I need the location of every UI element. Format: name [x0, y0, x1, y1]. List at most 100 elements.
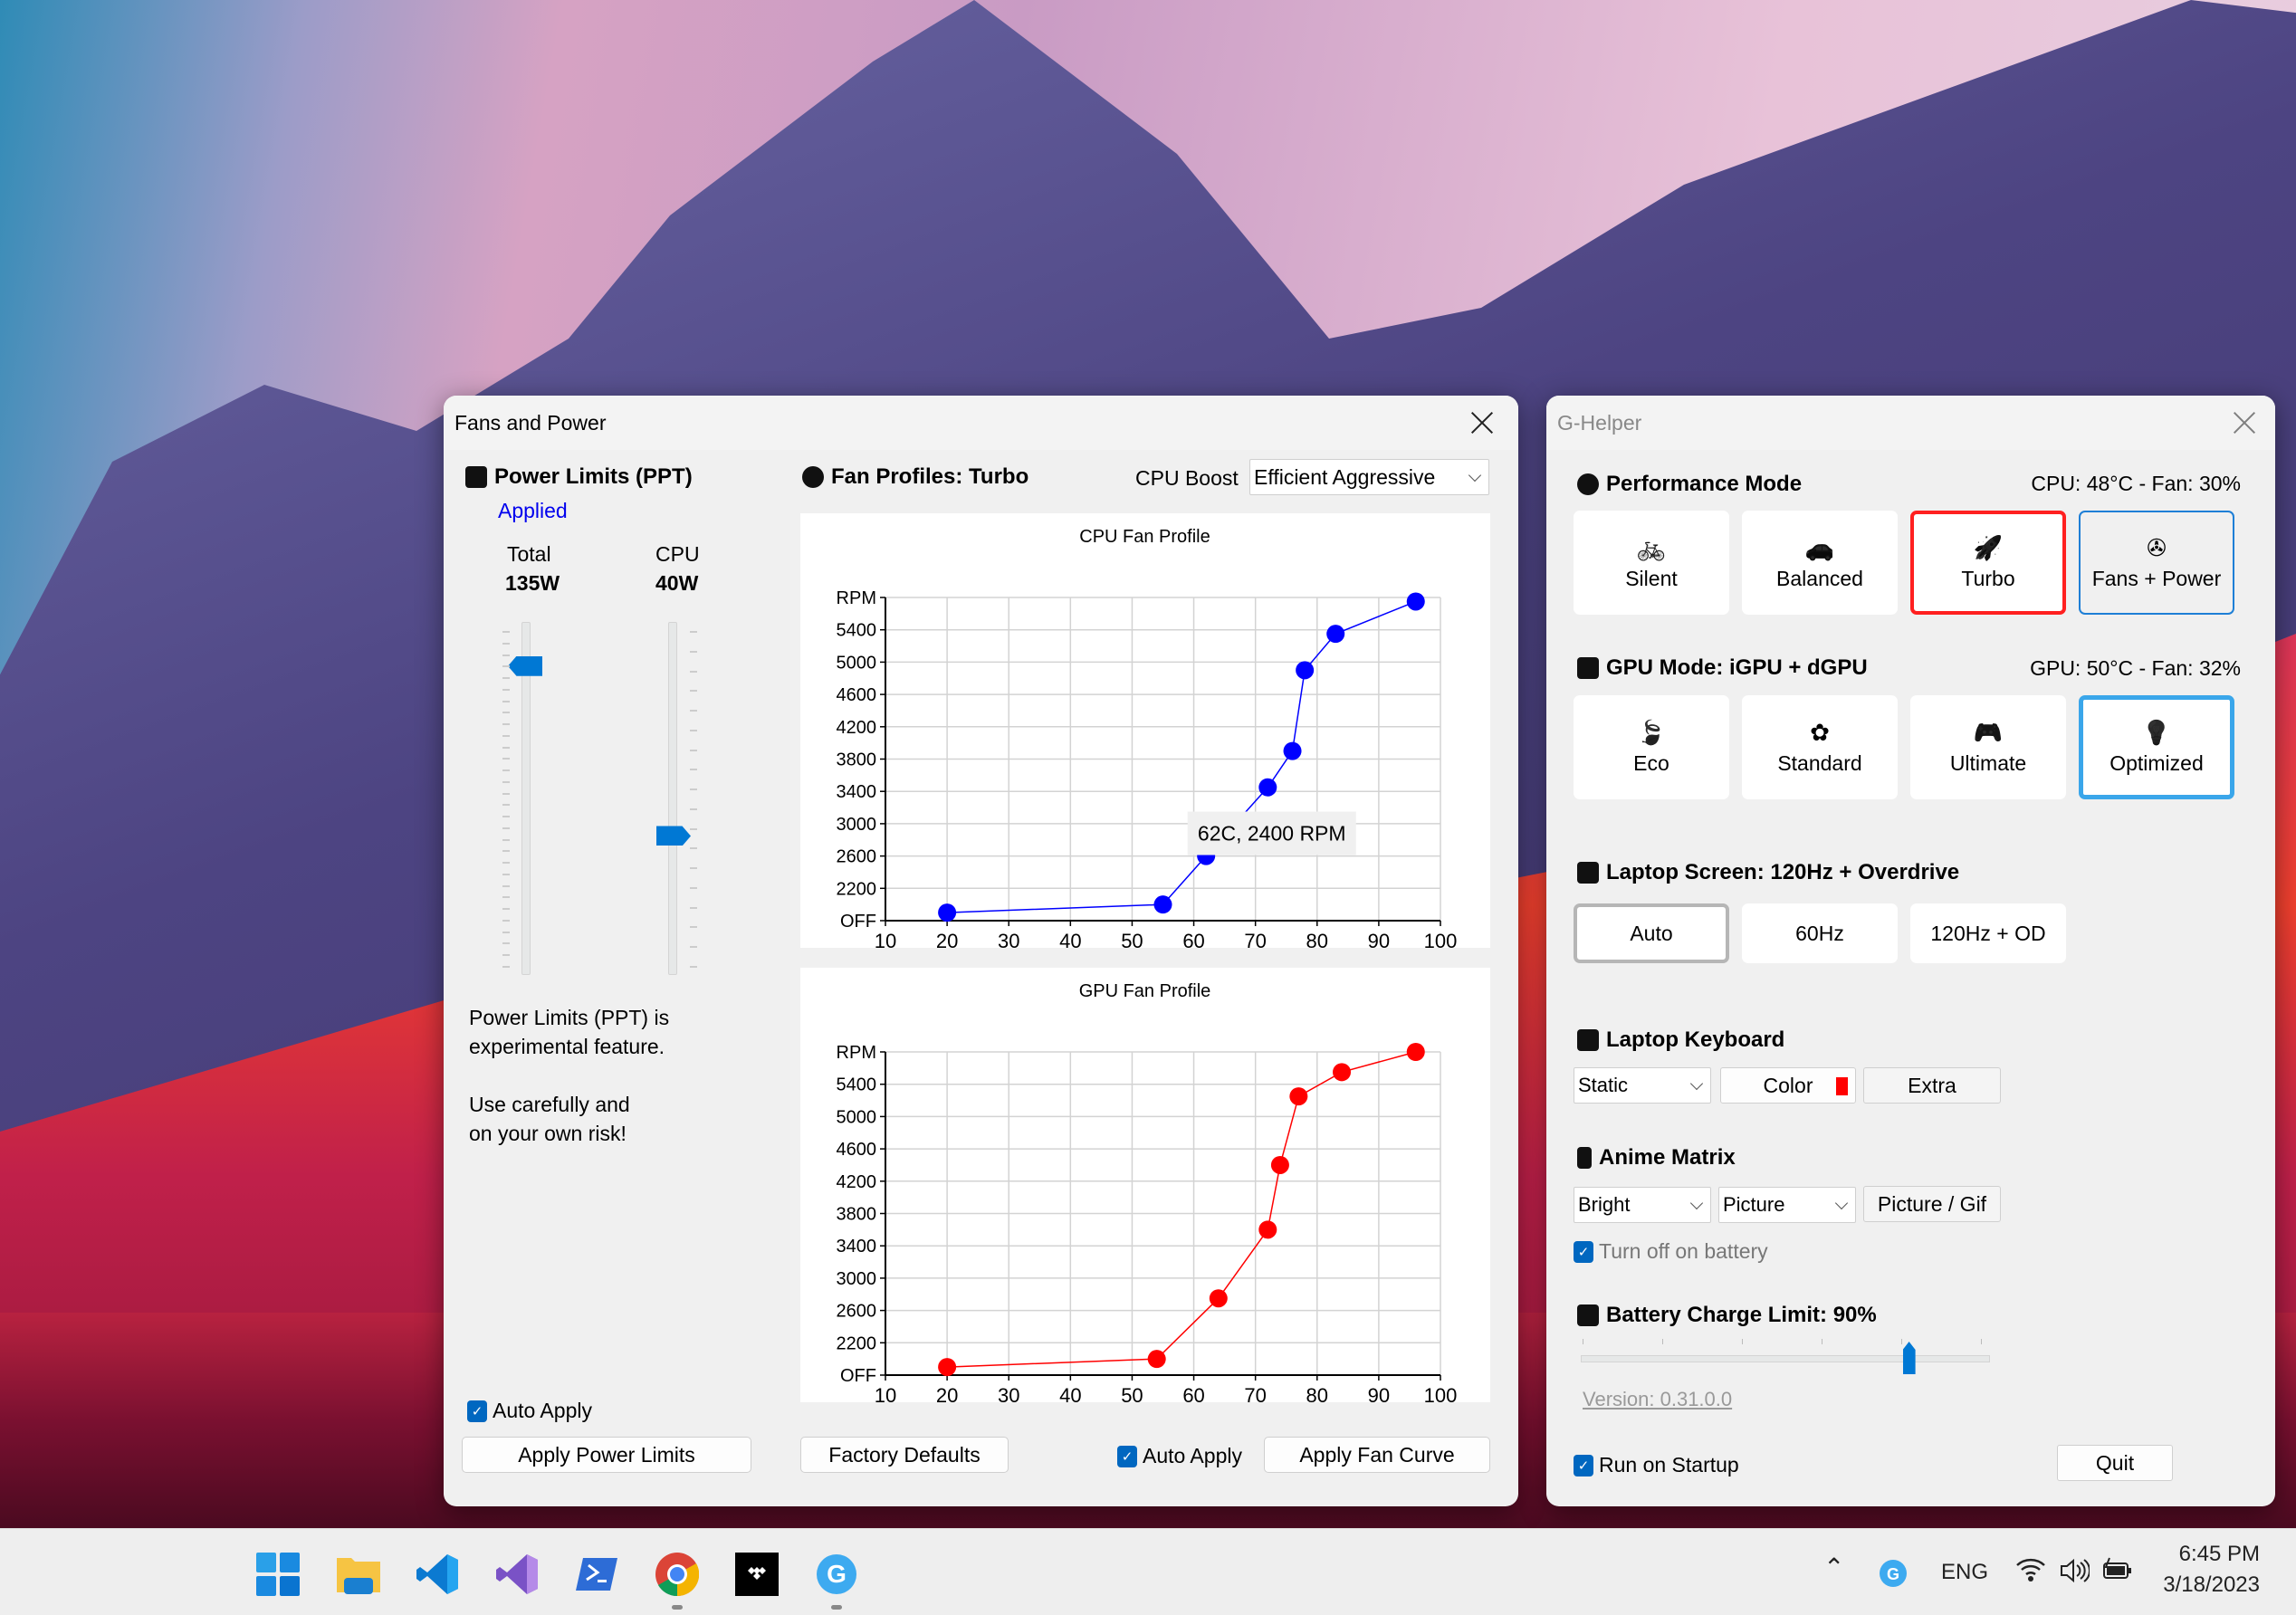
slider-tick — [690, 690, 697, 693]
cpu-fan-chart[interactable]: CPU Fan Profile 10 20 30 40 50 60 70 80 90 100 OFF 2… — [800, 513, 1490, 948]
slider-tick — [502, 827, 510, 829]
show-hidden-icons-chevron-icon[interactable]: ⌃ — [1823, 1553, 1844, 1582]
language-indicator[interactable]: ENG — [1941, 1560, 1988, 1585]
mode-button-auto[interactable]: Auto — [1574, 903, 1729, 963]
y-tick-label: 3000 — [837, 1269, 877, 1289]
clock-date[interactable]: 3/18/2023 — [2163, 1572, 2260, 1598]
data-point[interactable] — [1296, 661, 1315, 680]
data-point[interactable] — [1209, 1289, 1228, 1308]
power-auto-apply-checkbox[interactable]: ✓ Auto Apply — [467, 1399, 592, 1423]
data-point[interactable] — [1326, 625, 1345, 644]
file-explorer-icon[interactable] — [337, 1553, 380, 1596]
slider-tick — [690, 788, 697, 791]
data-point[interactable] — [1153, 895, 1172, 914]
slider-tick — [502, 942, 510, 945]
slider-tick — [502, 862, 510, 865]
mode-button-60hz[interactable]: 60Hz — [1742, 903, 1898, 963]
data-point[interactable] — [1406, 592, 1425, 611]
powershell-icon[interactable] — [576, 1553, 619, 1596]
mode-button-turbo[interactable]: 🚀 Turbo — [1910, 511, 2066, 615]
data-point[interactable] — [1147, 1350, 1166, 1369]
factory-defaults-button[interactable]: Factory Defaults — [800, 1437, 1009, 1473]
data-point[interactable] — [938, 903, 957, 922]
y-tick-label: 5000 — [837, 1107, 877, 1127]
cpu-fan-chart-svg[interactable]: CPU Fan Profile 10 20 30 40 50 60 70 80 90 100 OFF 2… — [800, 513, 1490, 948]
apply-fan-curve-button[interactable]: Apply Fan Curve — [1264, 1437, 1490, 1473]
slider-tick — [690, 966, 697, 968]
window-title: G-Helper — [1557, 410, 1642, 435]
slider-tick — [502, 792, 510, 795]
battery-slider-thumb[interactable] — [1902, 1342, 1916, 1374]
battery-charging-icon[interactable] — [2102, 1556, 2133, 1590]
warning-text-3: Use carefully and — [469, 1093, 630, 1116]
mode-button-ultimate[interactable]: 🎮 Ultimate — [1910, 695, 2066, 799]
total-power-slider[interactable] — [508, 622, 542, 975]
anime-mode-select[interactable]: Picture — [1718, 1187, 1856, 1223]
visual-studio-icon[interactable] — [496, 1553, 540, 1596]
keyboard-extra-button[interactable]: Extra — [1863, 1067, 2001, 1104]
mode-button-120hz-od[interactable]: 120Hz + OD — [1910, 903, 2066, 963]
tidal-icon[interactable] — [735, 1553, 779, 1596]
data-point[interactable] — [1406, 1043, 1425, 1061]
flower-icon: ✿ — [1810, 719, 1830, 746]
anime-matrix-heading: Anime Matrix — [1577, 1145, 1736, 1171]
fan-auto-apply-checkbox[interactable]: ✓ Auto Apply — [1117, 1444, 1242, 1468]
cpu-value: 40W — [655, 571, 699, 595]
power-limits-title: Power Limits (PPT) — [494, 464, 693, 489]
data-point[interactable] — [1258, 778, 1277, 797]
slider-tick — [502, 631, 510, 633]
wifi-icon[interactable] — [2015, 1556, 2046, 1590]
mode-button-optimized[interactable]: 💡 Optimized — [2079, 695, 2234, 799]
data-point[interactable] — [1289, 1087, 1308, 1106]
y-tick-label: 4200 — [837, 1172, 877, 1192]
keyboard-mode-select[interactable]: Static — [1574, 1067, 1711, 1104]
data-point[interactable] — [938, 1358, 957, 1377]
g-helper-icon[interactable]: G — [815, 1553, 858, 1596]
g-helper-tray-icon[interactable]: G — [1880, 1560, 1907, 1593]
x-tick-label: 80 — [1306, 930, 1328, 948]
data-point[interactable] — [1258, 1220, 1277, 1239]
start-icon[interactable] — [256, 1553, 300, 1596]
data-point[interactable] — [1283, 741, 1302, 760]
chrome-icon[interactable] — [655, 1553, 700, 1597]
apply-power-limits-button[interactable]: Apply Power Limits — [462, 1437, 751, 1473]
total-slider-thumb[interactable] — [508, 655, 542, 676]
data-point[interactable] — [1270, 1155, 1289, 1174]
quit-button[interactable]: Quit — [2057, 1445, 2173, 1481]
run-on-startup-checkbox[interactable]: ✓ Run on Startup — [1574, 1453, 1739, 1477]
volume-icon[interactable] — [2059, 1556, 2090, 1590]
mode-button-eco[interactable]: 🍃 Eco — [1574, 695, 1729, 799]
cpu-boost-select[interactable]: Efficient Aggressive — [1249, 459, 1489, 495]
vscode-icon[interactable] — [416, 1553, 460, 1596]
x-tick-label: 90 — [1368, 1384, 1390, 1402]
slider-tick — [1901, 1339, 1902, 1344]
keyboard-color-button[interactable]: Color — [1720, 1067, 1856, 1104]
turn-off-on-battery-checkbox[interactable]: ✓ Turn off on battery — [1574, 1239, 1768, 1264]
laptop-keyboard-heading: Laptop Keyboard — [1577, 1027, 1784, 1053]
anime-brightness-select[interactable]: Bright — [1574, 1187, 1711, 1223]
clock-time[interactable]: 6:45 PM — [2179, 1542, 2260, 1567]
x-tick-label: 40 — [1059, 930, 1081, 948]
anime-matrix-title: Anime Matrix — [1599, 1145, 1736, 1170]
slider-tick — [502, 896, 510, 899]
close-icon[interactable] — [1464, 405, 1500, 441]
data-point[interactable] — [1333, 1063, 1352, 1082]
close-icon[interactable] — [2226, 405, 2263, 441]
picture-gif-button[interactable]: Picture / Gif — [1863, 1186, 2001, 1222]
gpu-fan-chart[interactable]: GPU Fan Profile 10 20 30 40 50 60 70 80 90 100 OFF 2… — [800, 968, 1490, 1402]
laptop-screen-title: Laptop Screen: 120Hz + Overdrive — [1606, 860, 1960, 884]
checkbox-check-icon: ✓ — [1574, 1240, 1593, 1263]
battery-limit-slider[interactable] — [1581, 1342, 1990, 1374]
slider-tick — [690, 827, 697, 830]
chip-icon — [465, 466, 487, 488]
gpu-fan-chart-svg[interactable]: GPU Fan Profile 10 20 30 40 50 60 70 80 90 100 OFF 2… — [800, 968, 1490, 1402]
mode-button-standard[interactable]: ✿ Standard — [1742, 695, 1898, 799]
mode-button-balanced[interactable]: 🚗 Balanced — [1742, 511, 1898, 615]
mode-button-fans-power[interactable]: ✇ Fans + Power — [2079, 511, 2234, 615]
color-label: Color — [1763, 1073, 1813, 1097]
version-link[interactable]: Version: 0.31.0.0 — [1583, 1388, 1732, 1411]
cpu-power-slider[interactable] — [656, 622, 691, 975]
mode-button-silent[interactable]: 🚲 Silent — [1574, 511, 1729, 615]
gamepad-icon: 🎮 — [1973, 719, 2004, 746]
cpu-slider-thumb[interactable] — [656, 826, 691, 846]
